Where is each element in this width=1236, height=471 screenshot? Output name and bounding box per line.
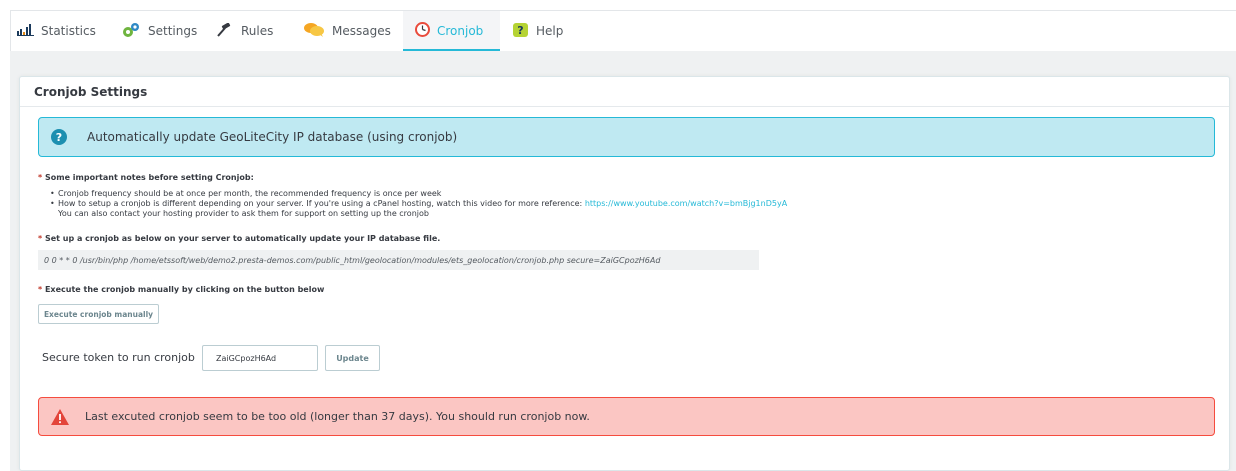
- tab-cronjob[interactable]: Cronjob: [403, 11, 500, 51]
- token-input[interactable]: ZaiGCpozH6Ad: [202, 345, 318, 371]
- tab-label: Settings: [148, 24, 198, 38]
- tab-messages[interactable]: Messages: [303, 11, 398, 51]
- danger-alert: Last excuted cronjob seem to be too old …: [38, 397, 1215, 436]
- setup-heading: * Set up a cronjob as below on your serv…: [38, 234, 440, 243]
- info-alert: ? Automatically update GeoLiteCity IP da…: [38, 117, 1215, 157]
- note-continuation: You can also contact your hosting provid…: [58, 209, 429, 218]
- required-asterisk: *: [38, 285, 45, 294]
- tab-label: Cronjob: [437, 24, 484, 38]
- tab-help[interactable]: ? Help: [512, 11, 572, 51]
- note-text: Cronjob frequency should be at once per …: [58, 189, 442, 198]
- required-asterisk: *: [38, 234, 45, 243]
- note-text: How to setup a cronjob is different depe…: [58, 199, 583, 208]
- bar-chart-icon: [17, 23, 34, 39]
- cronjob-settings-panel: Cronjob Settings ? Automatically update …: [19, 76, 1230, 471]
- info-alert-text: Automatically update GeoLiteCity IP data…: [87, 130, 458, 144]
- tab-bar: Statistics Settings Rules Messages Cronj…: [10, 10, 1236, 51]
- svg-text:?: ?: [517, 24, 523, 37]
- question-circle-icon: ?: [51, 129, 67, 145]
- tab-label: Help: [536, 24, 564, 38]
- execute-heading: * Execute the cronjob manually by clicki…: [38, 285, 324, 294]
- tab-rules[interactable]: Rules: [216, 11, 286, 51]
- list-item: • How to setup a cronjob is different dep…: [50, 199, 788, 208]
- help-question-icon: ?: [512, 22, 529, 41]
- tab-statistics[interactable]: Statistics: [17, 11, 107, 51]
- chat-bubble-icon: [303, 22, 325, 40]
- execute-heading-text: Execute the cronjob manually by clicking…: [44, 285, 325, 294]
- token-label: Secure token to run cronjob: [42, 351, 195, 364]
- tab-settings[interactable]: Settings: [121, 11, 206, 51]
- notes-heading-text: Some important notes before setting Cron…: [44, 173, 254, 182]
- notes-list: • Cronjob frequency should be at once per…: [50, 189, 787, 219]
- warning-icon: [51, 408, 69, 425]
- gears-icon: [121, 22, 141, 41]
- tab-label: Rules: [241, 24, 274, 38]
- gavel-icon: [216, 22, 234, 40]
- tab-label: Messages: [332, 24, 391, 38]
- cron-command: 0 0 * * 0 /usr/bin/php /home/etssoft/web…: [38, 250, 759, 270]
- setup-heading-text: Set up a cronjob as below on your server…: [44, 234, 441, 243]
- clock-icon: [415, 22, 430, 40]
- danger-alert-text: Last excuted cronjob seem to be too old …: [85, 410, 590, 423]
- update-button[interactable]: Update: [325, 345, 380, 371]
- execute-cronjob-button[interactable]: Execute cronjob manually: [38, 304, 159, 324]
- youtube-link[interactable]: https://www.youtube.com/watch?v=bmBjg1nD…: [585, 199, 787, 208]
- panel-title: Cronjob Settings: [20, 77, 1229, 107]
- list-item: • Cronjob frequency should be at once per…: [50, 189, 442, 198]
- tab-label: Statistics: [41, 24, 96, 38]
- required-asterisk: *: [38, 173, 45, 182]
- notes-heading: * Some important notes before setting Cr…: [38, 173, 254, 182]
